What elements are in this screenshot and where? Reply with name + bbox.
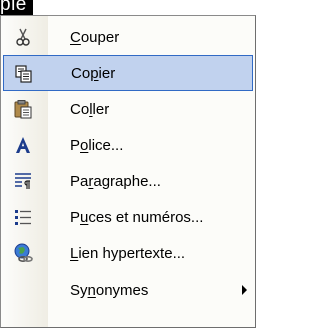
menu-item-label: Sy n onymes [70, 281, 149, 299]
font-icon [13, 135, 33, 155]
scissors-icon [13, 27, 33, 47]
paste-icon [13, 99, 33, 119]
menu-item-paste[interactable]: Co l ler [3, 91, 253, 127]
bullets-icon [13, 207, 33, 227]
paragraph-icon [13, 171, 33, 191]
menu-item-label: Pu ces et numéros... [70, 208, 204, 226]
menu-item-synonyms[interactable]: Sy n onymes [3, 272, 253, 308]
menu-item-label: Po lice... [70, 136, 124, 154]
selected-text: pie [0, 0, 27, 15]
menu-item-label: Pa r agraphe... [70, 172, 161, 190]
menu-item-label: Co p ier [71, 64, 116, 82]
menu-item-font[interactable]: Po lice... [3, 127, 253, 163]
menu-item-label: Couper [70, 28, 120, 46]
menu-item-label: Co l ler [70, 100, 110, 118]
hyperlink-icon [13, 243, 33, 263]
menu-item-hyperlink[interactable]: Lien hypertexte... [3, 235, 253, 271]
menu-item-copy[interactable]: Co p ier [3, 55, 253, 91]
submenu-arrow-icon [242, 285, 247, 295]
copy-icon [14, 64, 34, 84]
menu-item-bullets[interactable]: Pu ces et numéros... [3, 199, 253, 235]
context-menu: Couper Co p ier Co l ler P o lice... Pa … [0, 15, 256, 328]
menu-item-paragraph[interactable]: Pa r agraphe... [3, 163, 253, 199]
menu-item-label: Lien hypertexte... [70, 244, 186, 262]
menu-item-cut[interactable]: Couper [3, 19, 253, 55]
